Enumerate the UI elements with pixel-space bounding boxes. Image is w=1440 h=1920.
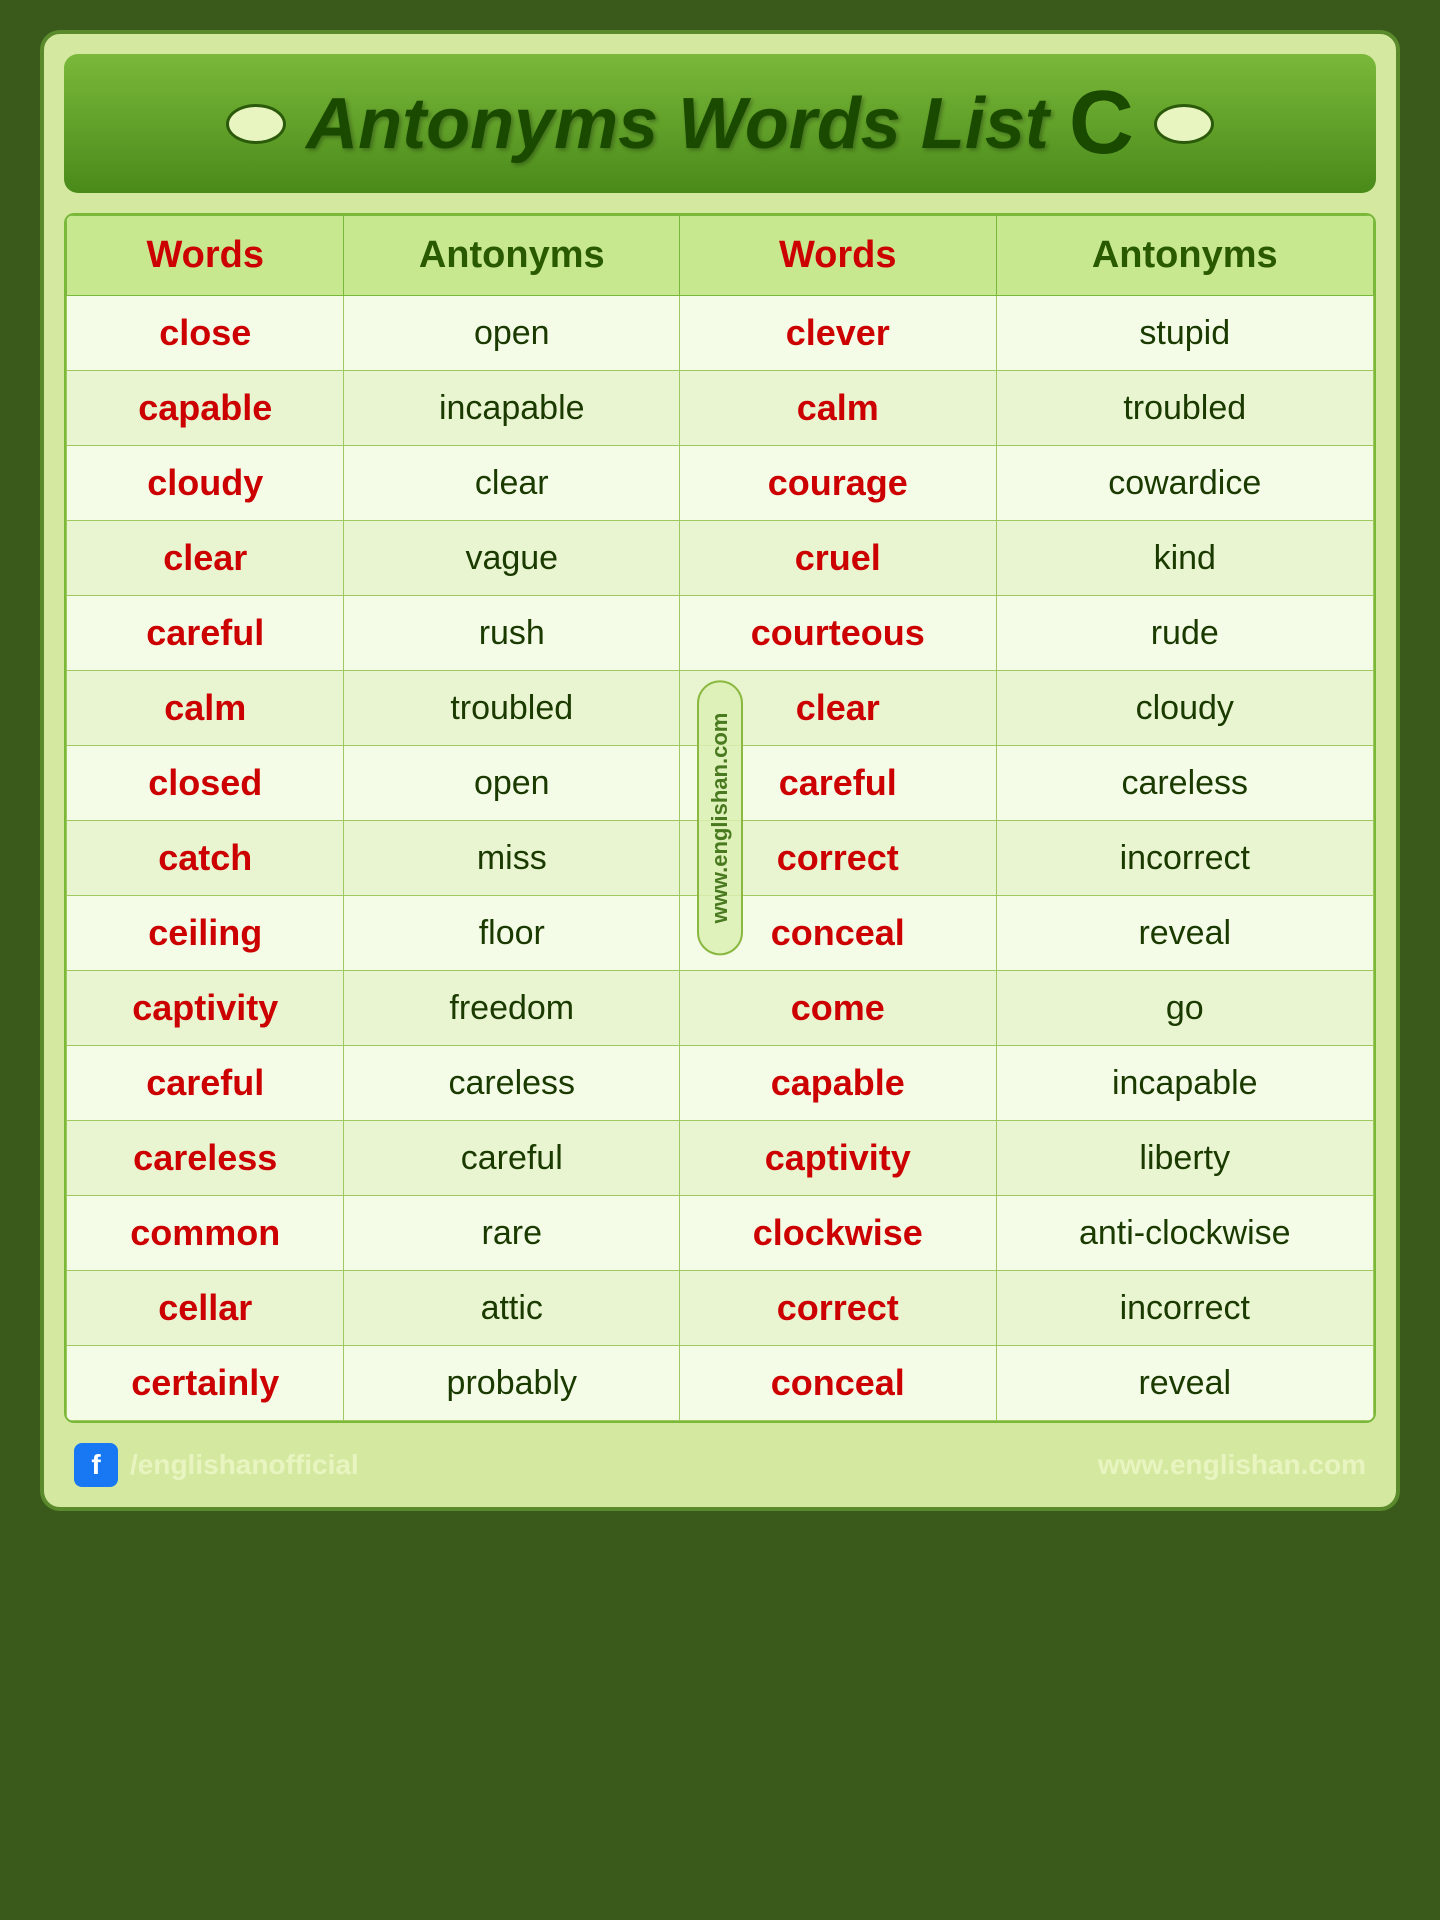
table-row: ceilingfloorconcealreveal — [67, 896, 1374, 971]
antonym-cell-8-3: reveal — [996, 896, 1374, 971]
word-cell-1-2: calm — [680, 371, 996, 446]
word-cell-8-2: conceal — [680, 896, 996, 971]
antonym-cell-2-3: cowardice — [996, 446, 1374, 521]
table-row: carefulrushcourteousrude — [67, 596, 1374, 671]
word-cell-14-2: conceal — [680, 1346, 996, 1421]
antonym-cell-7-1: miss — [344, 821, 680, 896]
word-cell-11-0: careless — [67, 1121, 344, 1196]
table-row: closedopencarefulcareless — [67, 746, 1374, 821]
word-cell-2-2: courage — [680, 446, 996, 521]
table-row: captivityfreedomcomego — [67, 971, 1374, 1046]
word-cell-13-2: correct — [680, 1271, 996, 1346]
antonym-cell-14-3: reveal — [996, 1346, 1374, 1421]
table-row: certainlyprobablyconcealreveal — [67, 1346, 1374, 1421]
table-row: capableincapablecalmtroubled — [67, 371, 1374, 446]
antonym-cell-3-1: vague — [344, 521, 680, 596]
word-cell-6-2: careful — [680, 746, 996, 821]
table-row: catchmisscorrectincorrect — [67, 821, 1374, 896]
social-handle: /englishanofficial — [130, 1449, 359, 1481]
header-antonyms-1: Antonyms — [344, 216, 680, 296]
word-cell-8-0: ceiling — [67, 896, 344, 971]
antonym-cell-0-1: open — [344, 296, 680, 371]
title-bar: Antonyms Words List C — [64, 54, 1376, 193]
footer-social: f /englishanofficial — [74, 1443, 359, 1487]
antonym-cell-0-3: stupid — [996, 296, 1374, 371]
antonym-cell-7-3: incorrect — [996, 821, 1374, 896]
title-oval-right — [1154, 104, 1214, 144]
antonym-cell-9-1: freedom — [344, 971, 680, 1046]
footer: f /englishanofficial www.englishan.com — [64, 1443, 1376, 1487]
antonym-cell-6-3: careless — [996, 746, 1374, 821]
antonym-cell-6-1: open — [344, 746, 680, 821]
antonym-cell-10-1: careless — [344, 1046, 680, 1121]
table-row: cellaratticcorrectincorrect — [67, 1271, 1374, 1346]
word-cell-10-2: capable — [680, 1046, 996, 1121]
word-cell-12-0: common — [67, 1196, 344, 1271]
antonym-cell-1-3: troubled — [996, 371, 1374, 446]
header-words-1: Words — [67, 216, 344, 296]
table-row: closeopencleverstupid — [67, 296, 1374, 371]
footer-website: www.englishan.com — [1098, 1449, 1366, 1481]
word-cell-4-0: careful — [67, 596, 344, 671]
antonym-cell-11-1: careful — [344, 1121, 680, 1196]
title-text: Antonyms Words List — [306, 83, 1049, 165]
antonym-cell-10-3: incapable — [996, 1046, 1374, 1121]
antonym-cell-11-3: liberty — [996, 1121, 1374, 1196]
table-row: commonrareclockwiseanti-clockwise — [67, 1196, 1374, 1271]
table-header-row: Words Antonyms Words Antonyms — [67, 216, 1374, 296]
antonym-cell-13-3: incorrect — [996, 1271, 1374, 1346]
word-cell-9-2: come — [680, 971, 996, 1046]
word-cell-10-0: careful — [67, 1046, 344, 1121]
antonym-cell-3-3: kind — [996, 521, 1374, 596]
title-letter: C — [1069, 72, 1134, 175]
antonym-cell-9-3: go — [996, 971, 1374, 1046]
main-container: Antonyms Words List C www.englishan.com … — [40, 30, 1400, 1511]
antonym-cell-12-1: rare — [344, 1196, 680, 1271]
header-antonyms-2: Antonyms — [996, 216, 1374, 296]
word-cell-6-0: closed — [67, 746, 344, 821]
word-cell-12-2: clockwise — [680, 1196, 996, 1271]
table-row: carefulcarelesscapableincapable — [67, 1046, 1374, 1121]
word-cell-5-2: clear — [680, 671, 996, 746]
table-row: clearvaguecruelkind — [67, 521, 1374, 596]
facebook-icon: f — [74, 1443, 118, 1487]
word-cell-9-0: captivity — [67, 971, 344, 1046]
word-cell-1-0: capable — [67, 371, 344, 446]
antonym-cell-5-3: cloudy — [996, 671, 1374, 746]
table-row: calmtroubledclearcloudy — [67, 671, 1374, 746]
word-cell-11-2: captivity — [680, 1121, 996, 1196]
antonym-cell-4-3: rude — [996, 596, 1374, 671]
word-cell-14-0: certainly — [67, 1346, 344, 1421]
word-cell-3-2: cruel — [680, 521, 996, 596]
word-cell-2-0: cloudy — [67, 446, 344, 521]
word-cell-7-0: catch — [67, 821, 344, 896]
word-cell-3-0: clear — [67, 521, 344, 596]
table-row: carelesscarefulcaptivityliberty — [67, 1121, 1374, 1196]
title-oval-left — [226, 104, 286, 144]
antonym-cell-5-1: troubled — [344, 671, 680, 746]
antonym-cell-1-1: incapable — [344, 371, 680, 446]
word-cell-13-0: cellar — [67, 1271, 344, 1346]
word-cell-0-0: close — [67, 296, 344, 371]
word-cell-0-2: clever — [680, 296, 996, 371]
antonym-cell-4-1: rush — [344, 596, 680, 671]
antonyms-table: Words Antonyms Words Antonyms closeopenc… — [66, 215, 1374, 1421]
antonym-cell-2-1: clear — [344, 446, 680, 521]
word-cell-4-2: courteous — [680, 596, 996, 671]
header-words-2: Words — [680, 216, 996, 296]
antonym-cell-8-1: floor — [344, 896, 680, 971]
word-cell-7-2: correct — [680, 821, 996, 896]
table-row: cloudyclearcouragecowardice — [67, 446, 1374, 521]
antonym-cell-12-3: anti-clockwise — [996, 1196, 1374, 1271]
antonym-cell-14-1: probably — [344, 1346, 680, 1421]
word-cell-5-0: calm — [67, 671, 344, 746]
antonym-cell-13-1: attic — [344, 1271, 680, 1346]
table-wrapper: www.englishan.com Words Antonyms Words A… — [64, 213, 1376, 1423]
